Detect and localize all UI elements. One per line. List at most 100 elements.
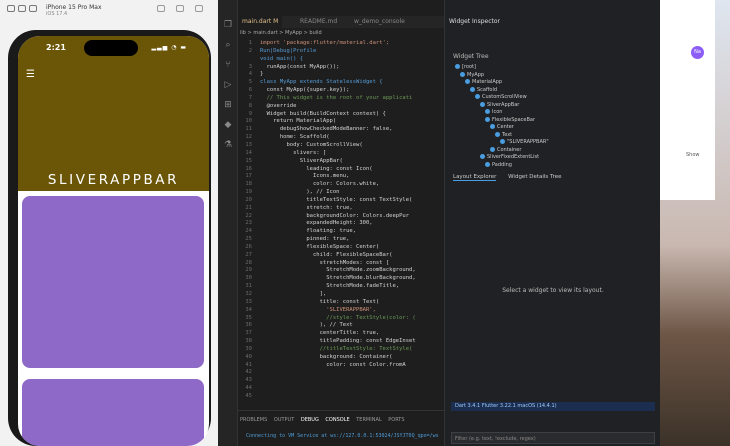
- code-line: Run|Debug|Profile: [260, 47, 317, 54]
- hamburger-icon[interactable]: ☰: [26, 69, 35, 80]
- widget-dot-icon: [500, 139, 505, 144]
- code-line: slivers: [: [260, 149, 327, 156]
- layout-tabs[interactable]: Layout Explorer Widget Details Tree: [453, 174, 562, 181]
- breadcrumb: lib > main.dart > MyApp > build: [240, 30, 322, 36]
- panel-tab[interactable]: DEBUG CONSOLE: [301, 417, 356, 423]
- line-number: 3: [248, 63, 252, 70]
- search-icon[interactable]: ⌕: [222, 40, 234, 50]
- phone-screen[interactable]: 2:21 ▂▃▅ ◔ ▬ ☰ SLIVERAPPBAR: [18, 36, 209, 446]
- tree-node[interactable]: [root]: [455, 64, 476, 72]
- panel-tab[interactable]: PORTS: [388, 417, 404, 423]
- code-line: //titleTextStyle: TextStyle(: [260, 345, 413, 352]
- simulator-window: iPhone 15 Pro Max iOS 17.4 2:21 ▂▃▅ ◔ ▬ …: [0, 0, 218, 446]
- line-number: 11: [245, 126, 252, 133]
- tree-node[interactable]: Container: [490, 146, 521, 155]
- line-number: 18: [245, 181, 252, 188]
- signal-wifi-battery-icon: ▂▃▅ ◔ ▬: [151, 44, 187, 51]
- line-number: 19: [245, 189, 252, 196]
- list-item: [22, 196, 204, 368]
- filter-input[interactable]: Filter (e.g. text, !exclude, regex): [451, 432, 655, 444]
- panel-tab[interactable]: OUTPUT: [274, 417, 301, 423]
- line-number: 9: [248, 110, 252, 117]
- tree-node[interactable]: MyApp: [460, 71, 484, 80]
- tree-node[interactable]: CustomScrollView: [475, 94, 527, 102]
- line-number: 2: [248, 47, 252, 54]
- widget-dot-icon: [485, 109, 490, 114]
- widget-dot-icon: [485, 116, 490, 122]
- panel-tabs[interactable]: PROBLEMS OUTPUT DEBUG CONSOLE TERMINAL P…: [240, 417, 405, 423]
- tree-node[interactable]: Scaffold: [470, 86, 498, 95]
- zoom-dot[interactable]: [29, 5, 37, 12]
- line-number: 33: [245, 298, 252, 305]
- minimize-dot[interactable]: [18, 5, 26, 12]
- flutter-icon[interactable]: ◆: [222, 120, 234, 130]
- browser-window[interactable]: Na Show: [660, 0, 715, 200]
- line-number: 24: [245, 228, 252, 235]
- source-control-icon[interactable]: ⑂: [222, 60, 234, 70]
- rotate-icon[interactable]: [195, 5, 203, 12]
- tree-node-label: Scaffold: [477, 86, 498, 93]
- dynamic-island: [84, 40, 138, 56]
- line-number: 23: [245, 220, 252, 227]
- code-line: body: CustomScrollView(: [260, 141, 363, 148]
- tree-node[interactable]: MaterialApp: [465, 79, 502, 87]
- desktop-background: Na Show: [660, 0, 730, 446]
- bottom-panel: PROBLEMS OUTPUT DEBUG CONSOLE TERMINAL P…: [238, 410, 444, 446]
- widget-dot-icon: [490, 146, 495, 152]
- line-number: 22: [245, 212, 252, 219]
- code-content[interactable]: import 'package:flutter/material.dart'; R…: [260, 40, 444, 369]
- tree-node-label: [root]: [462, 64, 476, 70]
- code-line: home: Scaffold(: [260, 134, 330, 141]
- tree-node[interactable]: FlexibleSpaceBar: [485, 116, 536, 125]
- panel-tab[interactable]: TERMINAL: [356, 417, 388, 423]
- line-number: 20: [245, 196, 252, 203]
- line-number: 5: [248, 79, 252, 86]
- app-bar-title: SLIVERAPPBAR: [47, 172, 180, 188]
- code-line: expandedHeight: 300,: [260, 220, 373, 227]
- explorer-icon[interactable]: ❐: [222, 20, 234, 30]
- code-line: color: const Color.fromA: [260, 361, 406, 368]
- tab-console[interactable]: w_demo_console: [350, 16, 409, 28]
- testing-icon[interactable]: ⚗: [222, 140, 234, 150]
- code-line: Widget build(BuildContext context) {: [260, 110, 386, 117]
- tree-node[interactable]: Text: [495, 131, 512, 140]
- run-debug-icon[interactable]: ▷: [222, 80, 234, 90]
- screenshot-icon[interactable]: [176, 5, 184, 12]
- tree-node[interactable]: SliverAppBar: [480, 101, 519, 110]
- device-name: iPhone 15 Pro Max: [46, 4, 102, 11]
- tree-node[interactable]: Center: [490, 124, 514, 132]
- code-line: class MyApp extends StatelessWidget {: [260, 79, 383, 86]
- widget-dot-icon: [490, 124, 495, 129]
- code-line: backgroundColor: Colors.deepPur: [260, 212, 410, 219]
- layout-empty-message: Select a widget to view its layout.: [502, 287, 604, 294]
- line-number: 17: [245, 173, 252, 180]
- avatar[interactable]: Na: [691, 46, 704, 59]
- line-number: 38: [245, 338, 252, 345]
- widget-dot-icon: [470, 86, 475, 92]
- line-number: 8: [248, 102, 252, 109]
- tree-node[interactable]: Icon: [485, 109, 502, 117]
- widget-tree-title: Widget Tree: [453, 53, 489, 60]
- code-editor[interactable]: main.dart M README.md w_demo_console lib…: [238, 0, 444, 410]
- code-line: ), // Icon: [260, 189, 340, 196]
- close-dot[interactable]: [7, 5, 15, 12]
- tree-node[interactable]: "SLIVERAPPBAR": [500, 139, 549, 147]
- code-line: StretchMode.blurBackground,: [260, 275, 416, 282]
- tab-widget-details[interactable]: Widget Details Tree: [508, 174, 561, 180]
- code-line: leading: const Icon(: [260, 165, 373, 172]
- line-number: 6: [248, 87, 252, 94]
- widget-dot-icon: [465, 79, 470, 84]
- tree-node-label: FlexibleSpaceBar: [492, 116, 536, 123]
- line-number: 36: [245, 322, 252, 329]
- home-icon[interactable]: [157, 5, 165, 12]
- tab-readme[interactable]: README.md: [296, 16, 341, 28]
- tab-widget-inspector[interactable]: Widget Inspector: [449, 18, 500, 25]
- sliver-app-bar: 2:21 ▂▃▅ ◔ ▬ ☰ SLIVERAPPBAR: [18, 36, 209, 191]
- tree-node[interactable]: SliverFixedExtentList: [480, 154, 539, 162]
- tab-main-dart[interactable]: main.dart M: [238, 16, 283, 28]
- tree-node[interactable]: Padding: [485, 161, 512, 170]
- tab-layout-explorer[interactable]: Layout Explorer: [453, 174, 497, 181]
- line-number: [238, 56, 252, 64]
- panel-tab[interactable]: PROBLEMS: [240, 417, 274, 423]
- extensions-icon[interactable]: ⊞: [222, 100, 234, 110]
